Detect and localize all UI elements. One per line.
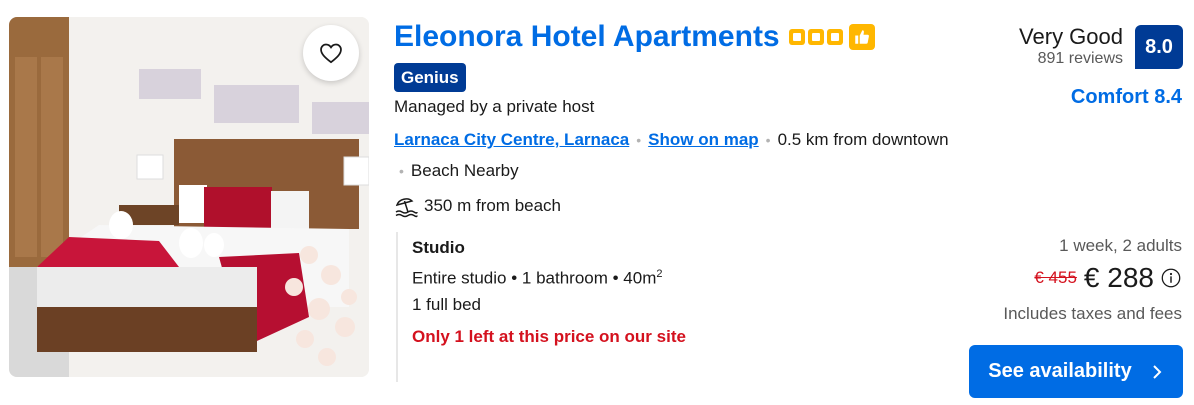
show-on-map-link[interactable]: Show on map	[648, 130, 759, 150]
heart-outline-icon	[320, 43, 342, 64]
star-rating	[788, 29, 843, 45]
star-icon	[826, 29, 843, 45]
original-price: € 455	[1034, 268, 1077, 287]
location-link[interactable]: Larnaca City Centre, Larnaca	[394, 130, 629, 150]
separator-dot: •	[765, 132, 771, 148]
info-circle-icon[interactable]	[1160, 267, 1182, 289]
room-details: Studio Entire studio • 1 bathroom • 40m2…	[396, 232, 756, 382]
hotel-name-link[interactable]: Eleonora Hotel Apartments	[394, 20, 780, 54]
chevron-right-icon	[1152, 364, 1162, 379]
beach-nearby-row: • Beach Nearby	[399, 161, 519, 181]
see-availability-label: See availability	[988, 360, 1132, 382]
room-area-superscript: 2	[656, 268, 663, 280]
beach-umbrella-icon	[395, 198, 418, 218]
price-row: € 455 € 288	[1034, 262, 1182, 294]
room-description-text: Entire studio • 1 bathroom • 40m	[412, 268, 657, 288]
review-score-badge[interactable]: 8.0	[1135, 25, 1183, 69]
beach-distance-row: 350 m from beach	[394, 194, 561, 218]
save-favorite-button[interactable]	[303, 25, 359, 81]
room-beds: 1 full bed	[412, 295, 481, 314]
scarcity-message: Only 1 left at this price on our site	[412, 327, 686, 346]
review-summary[interactable]: Very Good 891 reviews	[1019, 25, 1123, 69]
beach-distance-text: 350 m from beach	[424, 196, 562, 215]
taxes-note: Includes taxes and fees	[1003, 304, 1182, 323]
managed-by-text: Managed by a private host	[394, 97, 595, 116]
distance-downtown: 0.5 km from downtown	[777, 130, 949, 149]
see-availability-button[interactable]: See availability	[969, 345, 1183, 398]
review-count: 891 reviews	[1037, 50, 1123, 67]
hotel-title-row: Eleonora Hotel Apartments	[394, 20, 875, 54]
beach-nearby-text: Beach Nearby	[410, 161, 519, 180]
genius-badge: Genius	[394, 63, 466, 92]
separator-dot: •	[636, 132, 642, 148]
room-description: Entire studio • 1 bathroom • 40m2	[412, 268, 662, 289]
star-icon	[788, 29, 805, 45]
separator-dot: •	[399, 163, 404, 179]
star-icon	[807, 29, 824, 45]
room-name: Studio	[412, 238, 465, 257]
thumbs-up-icon[interactable]	[848, 24, 875, 50]
comfort-score: Comfort 8.4	[1070, 86, 1182, 108]
current-price: € 288	[1083, 262, 1154, 293]
review-word: Very Good	[1019, 24, 1123, 49]
stay-length: 1 week, 2 adults	[1059, 236, 1182, 255]
location-row: Larnaca City Centre, Larnaca • Show on m…	[394, 130, 949, 150]
